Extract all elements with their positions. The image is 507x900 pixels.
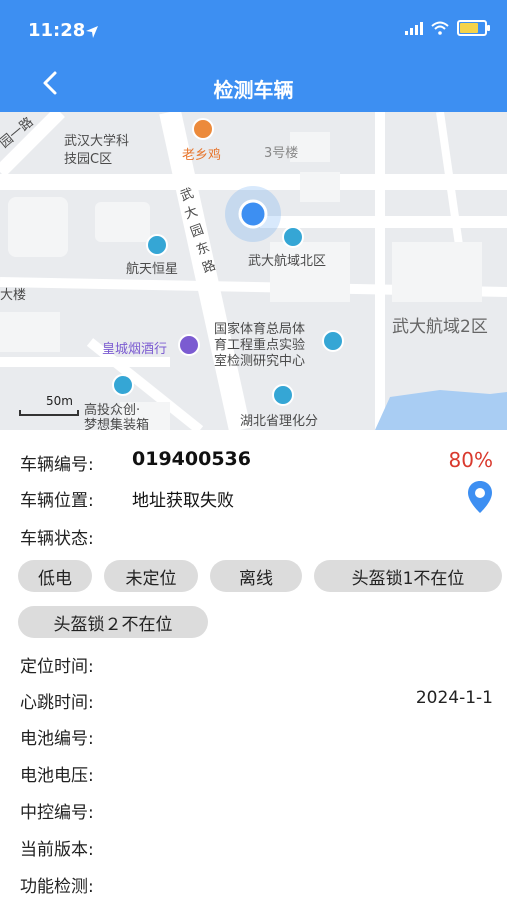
map-label: 老乡鸡 bbox=[182, 148, 222, 163]
vehicle-status-label: 车辆状态: bbox=[20, 529, 94, 549]
battery-percent: 80% bbox=[448, 448, 493, 472]
lab-poi-icon bbox=[322, 330, 344, 352]
wifi-icon bbox=[431, 21, 449, 35]
status-tag: 离线 bbox=[210, 560, 302, 592]
map-view[interactable]: 武汉大学科 技园C区 老乡鸡 3号楼 武 大 园 东 路 航天恒星 武大航域北区… bbox=[0, 112, 507, 430]
vehicle-number-value: 019400536 bbox=[132, 448, 251, 470]
map-label: 航天恒星 bbox=[126, 262, 179, 277]
map-label: 高投众创· bbox=[84, 403, 141, 418]
location-pin-icon[interactable] bbox=[467, 480, 493, 514]
app-header: 11:28 检测车辆 bbox=[0, 0, 507, 112]
status-time: 11:28 bbox=[28, 20, 86, 41]
current-version-label: 当前版本: bbox=[20, 840, 94, 860]
map-label: 皇城烟酒行 bbox=[102, 342, 168, 357]
vehicle-number-label: 车辆编号: bbox=[20, 455, 94, 475]
map-label: 武大航域2区 bbox=[392, 317, 488, 337]
building-poi-icon bbox=[282, 226, 304, 248]
position-time-label: 定位时间: bbox=[20, 657, 94, 677]
vehicle-info-panel: 车辆编号: 019400536 80% 车辆位置: 地址获取失败 车辆状态: 低… bbox=[0, 430, 507, 900]
building-poi-icon bbox=[272, 384, 294, 406]
heartbeat-time-label: 心跳时间: bbox=[20, 693, 94, 713]
controller-number-label: 中控编号: bbox=[20, 803, 94, 823]
map-label: 技园C区 bbox=[64, 152, 113, 167]
page-title: 检测车辆 bbox=[213, 78, 294, 102]
battery-voltage-label: 电池电压: bbox=[20, 766, 94, 786]
map-label: 3号楼 bbox=[264, 146, 299, 161]
map-label: 武汉大学科 bbox=[64, 134, 130, 149]
map-label: 湖北省理化分 bbox=[240, 414, 319, 429]
status-icons bbox=[405, 20, 490, 36]
function-check-label: 功能检测: bbox=[20, 877, 94, 897]
heartbeat-time-value: 2024-1-1 bbox=[415, 688, 493, 708]
status-tag: 低电 bbox=[18, 560, 92, 592]
battery-icon bbox=[457, 20, 490, 36]
status-tag: 头盔锁２不在位 bbox=[18, 606, 208, 638]
map-label: 室检测研究中心 bbox=[214, 354, 306, 369]
vehicle-location-value: 地址获取失败 bbox=[132, 491, 234, 511]
map-label: 大楼 bbox=[0, 288, 27, 303]
map-label: 武大航域北区 bbox=[248, 254, 327, 269]
building-poi-icon bbox=[146, 234, 168, 256]
battery-number-label: 电池编号: bbox=[20, 729, 94, 749]
cellular-signal-icon bbox=[405, 21, 423, 35]
shop-poi-icon bbox=[178, 334, 200, 356]
food-poi-icon bbox=[192, 118, 214, 140]
location-arrow-icon bbox=[86, 26, 98, 38]
status-tag: 头盔锁1不在位 bbox=[314, 560, 502, 592]
map-scale-label: 50m bbox=[46, 394, 73, 408]
status-tag: 未定位 bbox=[104, 560, 198, 592]
vehicle-location-label: 车辆位置: bbox=[20, 491, 94, 511]
building-poi-icon bbox=[112, 374, 134, 396]
